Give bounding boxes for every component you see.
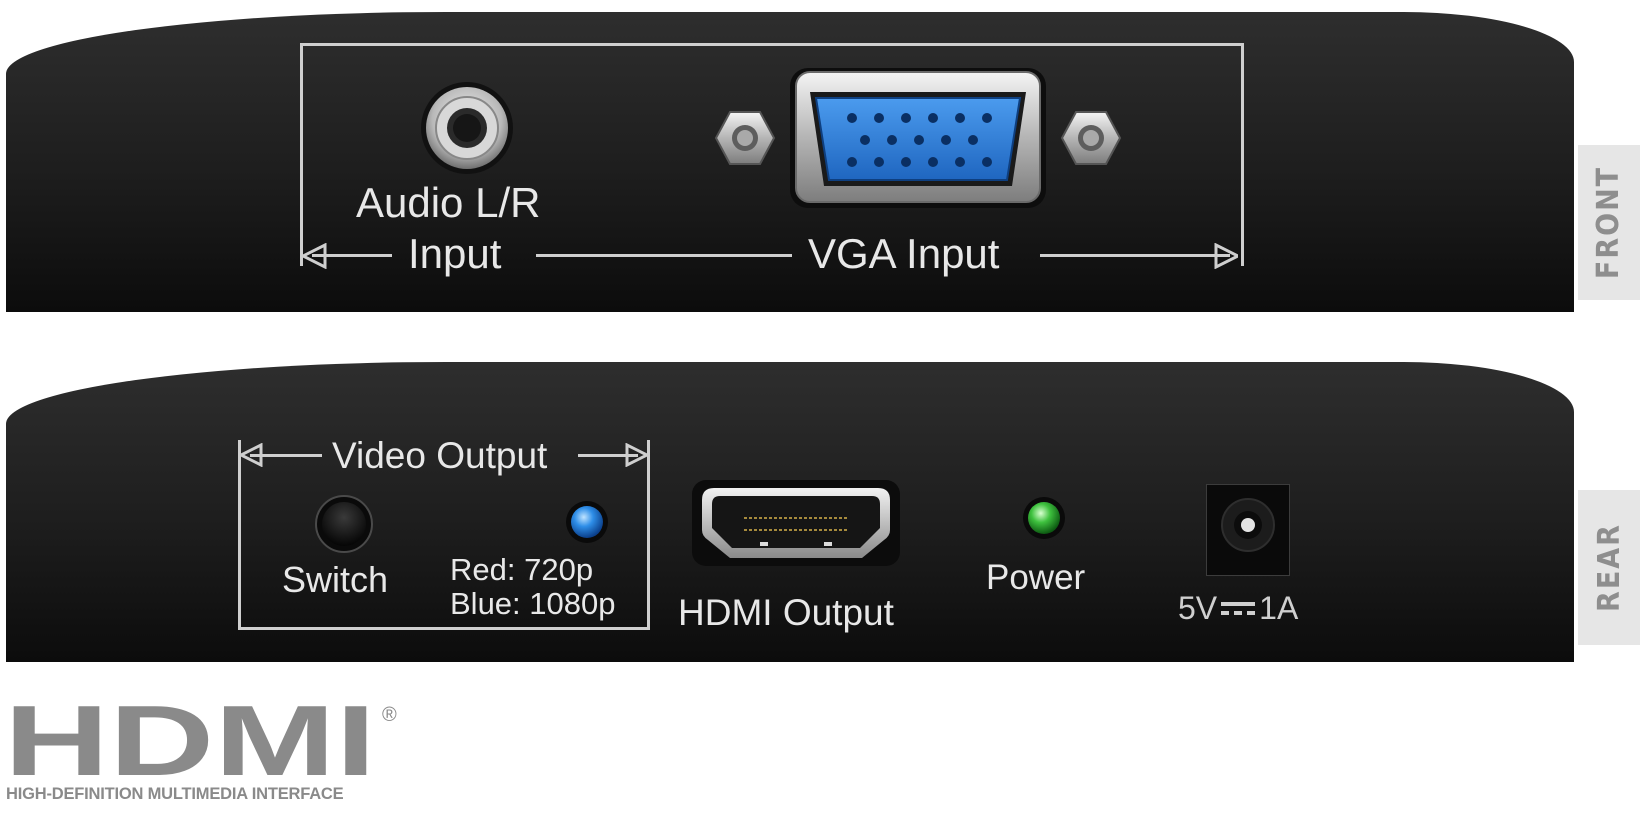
audio-jack-icon: [421, 82, 513, 174]
led-legend-line1: Red: 720p: [450, 552, 594, 587]
front-right-arrow-icon: [1214, 243, 1238, 269]
video-output-left-arrow-icon: [241, 443, 263, 467]
front-side-tab: FRONT: [1578, 145, 1640, 300]
hdmi-logo-registered: ®: [382, 704, 397, 726]
front-side-label: FRONT: [1591, 165, 1627, 280]
audio-label-line1: Audio L/R: [356, 179, 541, 226]
audio-label-line2: Input: [408, 230, 502, 277]
hdmi-logo: HDMI ®: [4, 697, 397, 783]
switch-button-icon: [315, 495, 373, 553]
dc-voltage: 5V: [1178, 590, 1218, 626]
dc-symbol-icon: [1221, 602, 1256, 615]
video-output-label: Video Output: [332, 435, 548, 476]
dc-current: 1A: [1259, 590, 1299, 626]
power-label: Power: [986, 558, 1086, 597]
switch-label: Switch: [282, 559, 389, 600]
front-dimension-line-right: [1040, 254, 1230, 257]
video-output-right-arrow-icon: [625, 443, 647, 467]
rear-side-tab: REAR: [1578, 490, 1640, 645]
vga-connector-icon: [714, 68, 1122, 208]
hdmi-output-label: HDMI Output: [678, 592, 894, 633]
led-legend-line2: Blue: 1080p: [450, 586, 616, 621]
hdmi-port-icon: [692, 480, 900, 566]
dc-jack-icon: [1206, 484, 1290, 576]
rear-side-label: REAR: [1591, 523, 1627, 612]
blue-led-icon: [566, 501, 608, 543]
hdmi-logo-tagline: HIGH-DEFINITION MULTIMEDIA INTERFACE: [6, 785, 344, 803]
video-output-right-tick: [647, 440, 650, 454]
vga-label: VGA Input: [808, 230, 1000, 277]
dc-rating: 5V 1A: [1178, 592, 1298, 624]
hdmi-logo-wordmark: HDMI: [4, 697, 376, 783]
front-dimension-line-mid: [536, 254, 792, 257]
power-led-icon: [1023, 497, 1065, 539]
front-left-arrow-icon: [303, 243, 327, 269]
